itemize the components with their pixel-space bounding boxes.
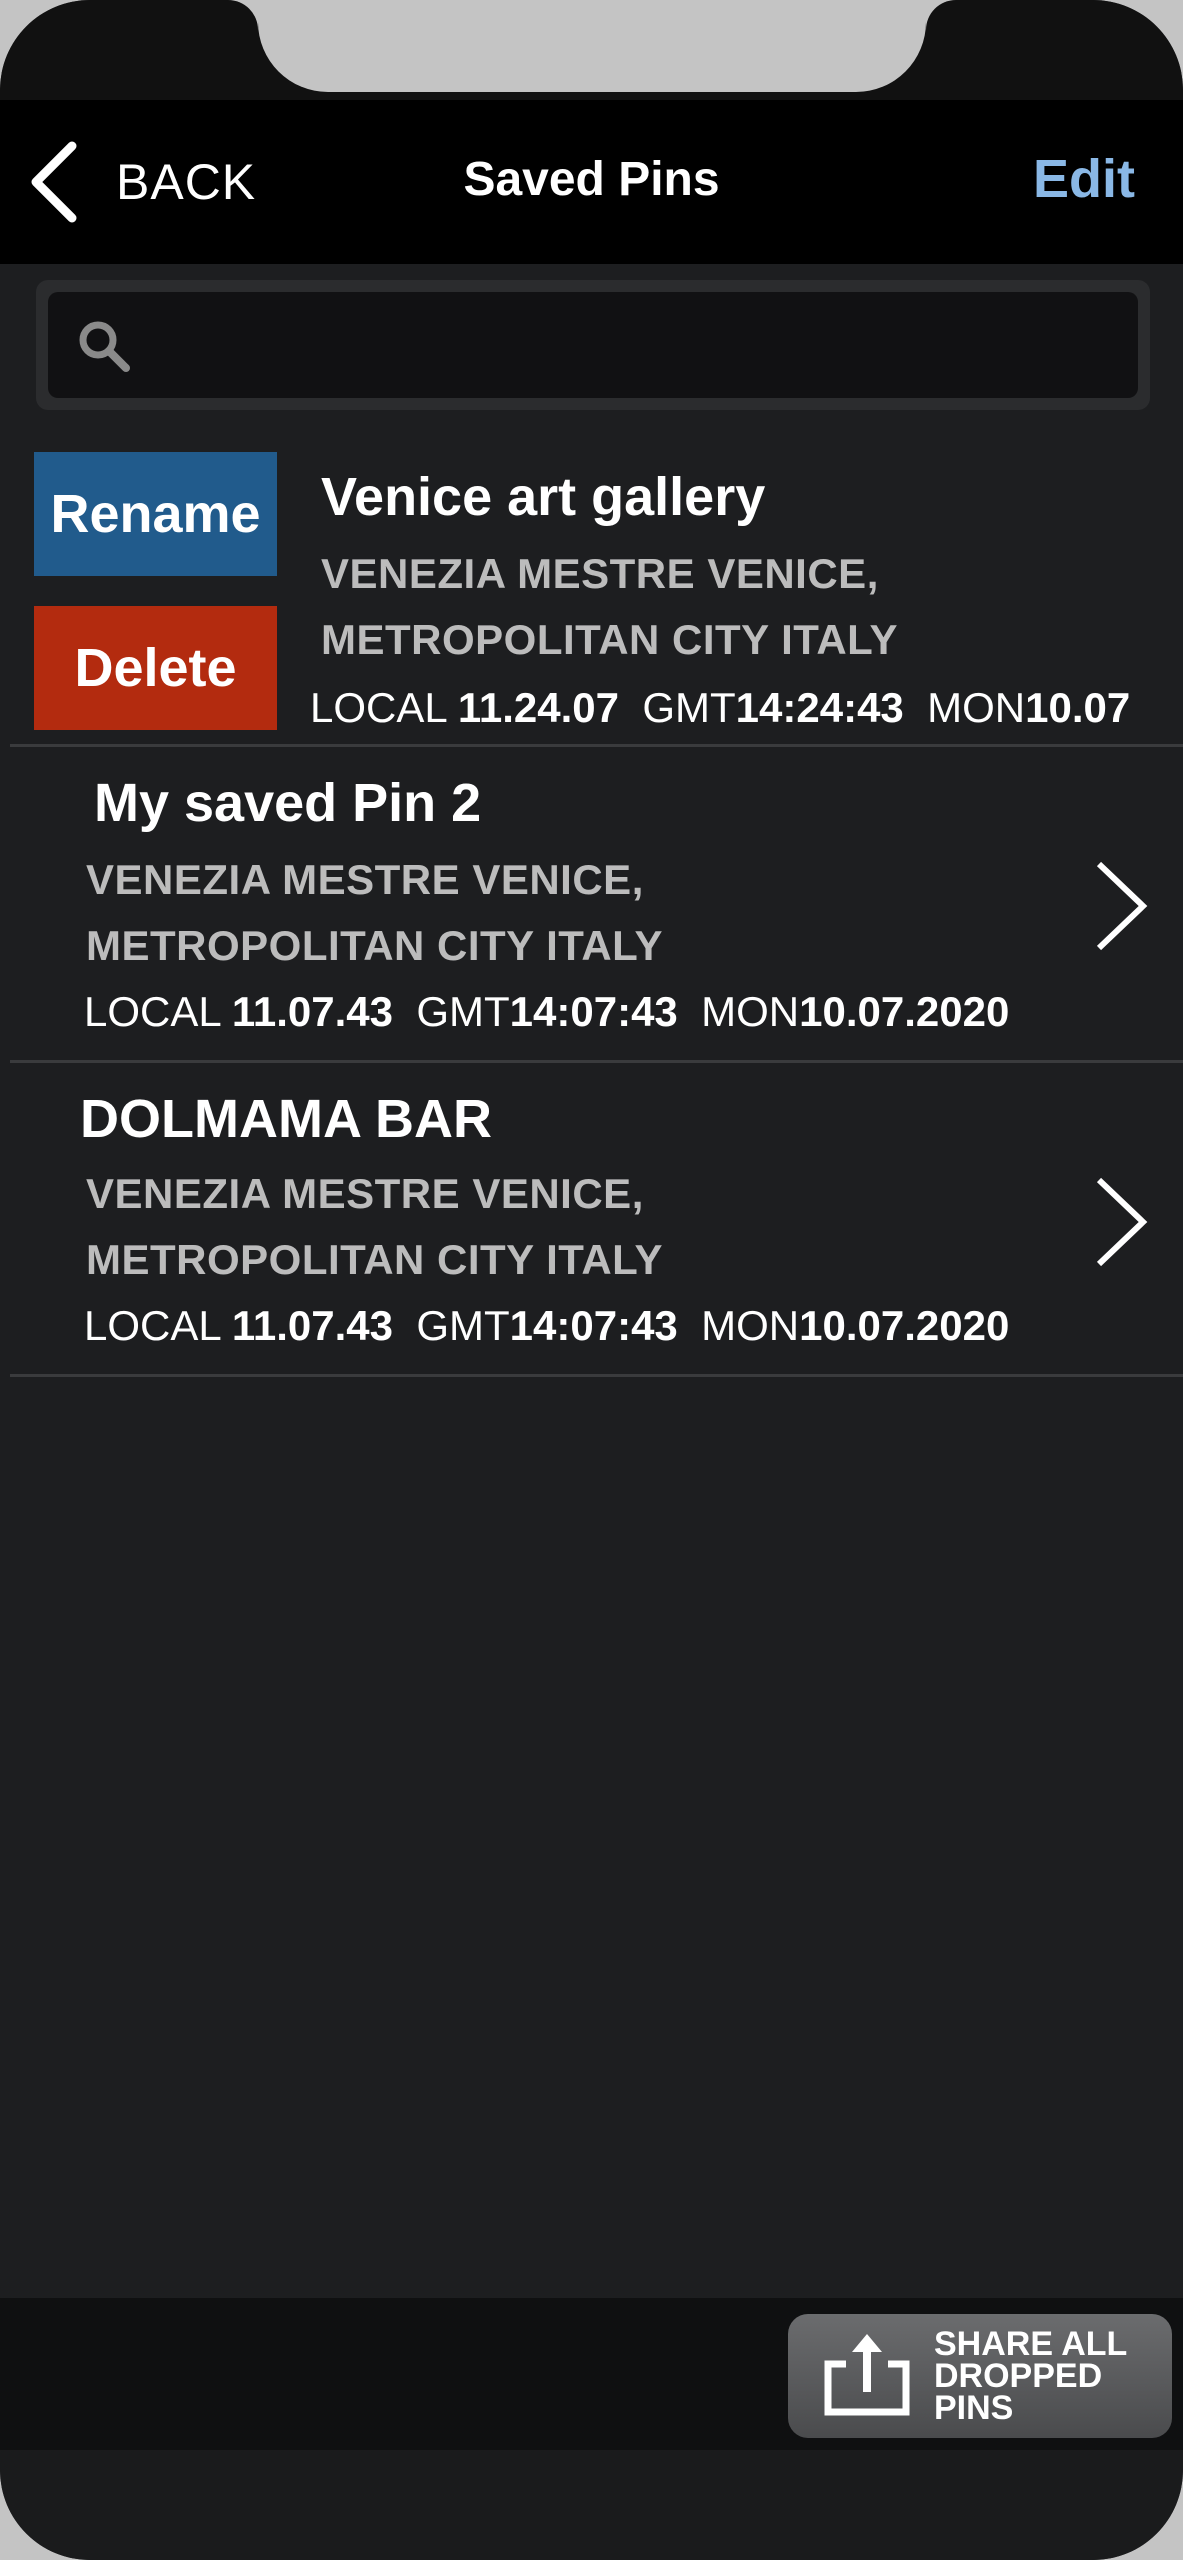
local-time: 11.07.43 bbox=[231, 1302, 394, 1349]
divider bbox=[10, 1060, 1183, 1063]
share-label: SHARE ALL DROPPED PINS bbox=[934, 2325, 1164, 2427]
gmt-label: GMT bbox=[393, 1302, 510, 1349]
divider bbox=[10, 1374, 1183, 1377]
pin-address-line2: METROPOLITAN CITY ITALY bbox=[321, 616, 898, 663]
search-field[interactable] bbox=[48, 292, 1138, 398]
delete-button[interactable]: Delete bbox=[34, 606, 277, 730]
gmt-time: 14:24:43 bbox=[735, 684, 904, 731]
pin-timestamp: LOCAL 11.24.07 GMT14:24:43 MON10.07 bbox=[310, 684, 1130, 732]
notch-corner-left bbox=[228, 0, 258, 30]
search-input[interactable] bbox=[148, 310, 1112, 382]
search-icon bbox=[79, 321, 130, 372]
date: 10.07.2020 bbox=[799, 1302, 1010, 1349]
local-time: 11.24.07 bbox=[457, 684, 620, 731]
pin-title: Venice art gallery bbox=[321, 467, 766, 527]
day-label: MON bbox=[677, 1302, 800, 1349]
share-label-line1: SHARE ALL bbox=[934, 2325, 1128, 2363]
notch-corner-right bbox=[926, 0, 956, 30]
home-indicator-area bbox=[0, 2450, 1183, 2560]
navigation-bar: BACK Saved Pins Edit bbox=[0, 100, 1183, 264]
local-label: LOCAL bbox=[84, 1302, 232, 1349]
share-label-line3: PINS bbox=[934, 2389, 1014, 2427]
pin-address-line2: METROPOLITAN CITY ITALY bbox=[86, 1236, 663, 1283]
share-upload-icon bbox=[824, 2334, 910, 2416]
chevron-right-icon bbox=[1096, 861, 1148, 951]
share-all-pins-button[interactable]: SHARE ALL DROPPED PINS bbox=[788, 2314, 1172, 2438]
pin-title: DOLMAMA BAR bbox=[80, 1089, 492, 1149]
pin-address-line2: METROPOLITAN CITY ITALY bbox=[86, 922, 663, 969]
gmt-label: GMT bbox=[619, 684, 736, 731]
chevron-right-icon bbox=[1096, 1177, 1148, 1267]
local-label: LOCAL bbox=[84, 988, 232, 1035]
page-title: Saved Pins bbox=[463, 153, 720, 206]
local-label: LOCAL bbox=[310, 684, 458, 731]
day-label: MON bbox=[903, 684, 1026, 731]
pin-title: My saved Pin 2 bbox=[94, 773, 482, 833]
date: 10.07.2020 bbox=[799, 988, 1010, 1035]
gmt-time: 14:07:43 bbox=[509, 1302, 678, 1349]
pin-address-line1: VENEZIA MESTRE VENICE, bbox=[86, 1170, 644, 1217]
pin-address-line1: VENEZIA MESTRE VENICE, bbox=[86, 856, 644, 903]
divider bbox=[10, 744, 1183, 747]
rename-button[interactable]: Rename bbox=[34, 452, 277, 576]
notch bbox=[258, 0, 926, 92]
edit-button[interactable]: Edit bbox=[1033, 148, 1135, 210]
pin-timestamp: LOCAL 11.07.43 GMT14:07:43 MON10.07.2020 bbox=[84, 988, 1009, 1036]
gmt-time: 14:07:43 bbox=[509, 988, 678, 1035]
gmt-label: GMT bbox=[393, 988, 510, 1035]
date: 10.07 bbox=[1025, 684, 1131, 731]
local-time: 11.07.43 bbox=[231, 988, 394, 1035]
phone-screen: BACK Saved Pins Edit Rename Delete Venic… bbox=[0, 0, 1183, 2560]
share-label-line2: DROPPED bbox=[934, 2357, 1103, 2395]
search-bar bbox=[36, 280, 1150, 410]
pin-address-line1: VENEZIA MESTRE VENICE, bbox=[321, 550, 879, 597]
pin-timestamp: LOCAL 11.07.43 GMT14:07:43 MON10.07.2020 bbox=[84, 1302, 1009, 1350]
day-label: MON bbox=[677, 988, 800, 1035]
